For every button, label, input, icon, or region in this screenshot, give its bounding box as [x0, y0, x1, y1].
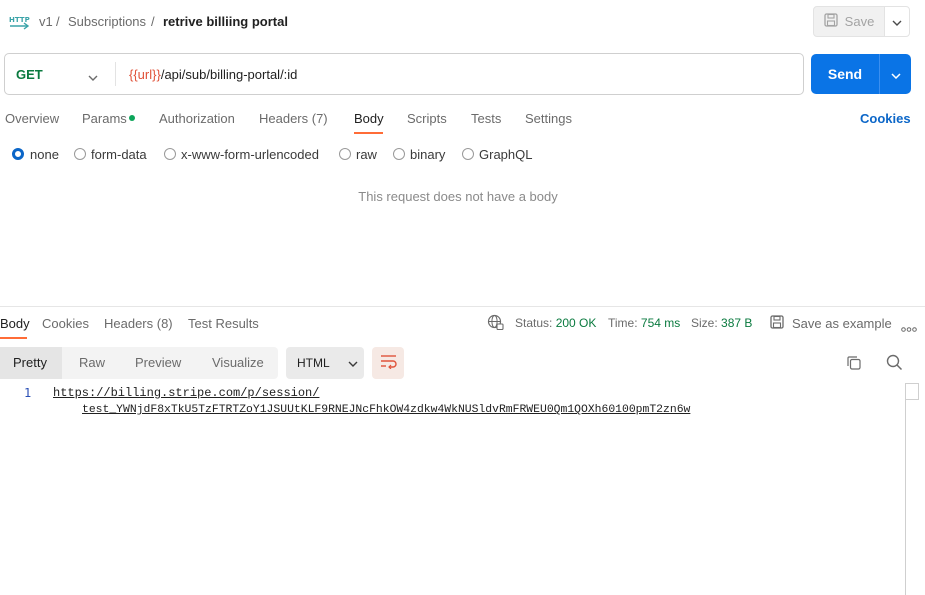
chevron-down-icon	[892, 14, 902, 29]
time-text: Time: 754 ms	[608, 316, 680, 330]
save-options-button[interactable]	[884, 6, 910, 37]
radio-label-x-www-form-urlencoded[interactable]: x-www-form-urlencoded	[181, 147, 319, 162]
wrap-lines-button[interactable]	[372, 347, 404, 379]
response-url-line-1[interactable]: https://billing.stripe.com/p/session/	[53, 386, 319, 400]
format-select[interactable]: HTML	[286, 347, 364, 379]
radio-graphql[interactable]	[462, 148, 474, 160]
breadcrumb-separator: /	[56, 14, 60, 29]
send-options-button[interactable]	[879, 54, 911, 94]
response-tab-headers[interactable]: Headers (8)	[104, 316, 173, 331]
chevron-down-icon[interactable]	[88, 69, 98, 84]
tab-headers[interactable]: Headers (7)	[259, 111, 328, 126]
save-as-example-button[interactable]: Save as example	[792, 316, 892, 331]
size-label: Size:	[691, 316, 718, 330]
radio-none[interactable]	[12, 148, 24, 160]
url-divider	[115, 62, 116, 86]
tab-overview[interactable]: Overview	[5, 111, 59, 126]
status-text: Status: 200 OK	[515, 316, 596, 330]
view-mode-pretty[interactable]: Pretty	[13, 355, 47, 370]
radio-label-form-data[interactable]: form-data	[91, 147, 147, 162]
editor-scrollbar-track[interactable]	[905, 383, 906, 595]
size-value: 387 B	[721, 316, 753, 330]
url-path: /api/sub/billing-portal/:id	[160, 67, 298, 82]
tab-body[interactable]: Body	[354, 111, 384, 126]
chevron-down-icon	[348, 356, 358, 370]
tab-scripts[interactable]: Scripts	[407, 111, 447, 126]
radio-label-binary[interactable]: binary	[410, 147, 445, 162]
http-request-icon: HTTP	[8, 11, 30, 33]
copy-icon[interactable]	[846, 355, 862, 374]
radio-form-data[interactable]	[74, 148, 86, 160]
view-mode-raw[interactable]: Raw	[79, 355, 105, 370]
response-url-line-2[interactable]: test_YWNjdF8xTkU5TzFTRTZoY1JSUUtKLF9RNEJ…	[82, 404, 690, 416]
globe-network-icon[interactable]	[487, 314, 504, 334]
radio-raw[interactable]	[339, 148, 351, 160]
line-number: 1	[24, 386, 32, 400]
radio-label-graphql[interactable]: GraphQL	[479, 147, 532, 162]
cookies-link[interactable]: Cookies	[860, 111, 911, 126]
svg-text:HTTP: HTTP	[9, 16, 30, 24]
wrap-lines-icon	[380, 354, 397, 372]
empty-body-message: This request does not have a body	[358, 189, 558, 204]
status-value: 200 OK	[555, 316, 597, 330]
view-mode-preview[interactable]: Preview	[135, 355, 181, 370]
breadcrumb-separator: /	[151, 14, 155, 29]
active-tab-indicator	[354, 132, 383, 134]
request-title[interactable]: retrive billiing portal	[163, 14, 288, 29]
tab-params[interactable]: Params	[82, 111, 127, 126]
save-icon[interactable]	[770, 315, 784, 332]
url-input[interactable]: {{url}}/api/sub/billing-portal/:id	[129, 67, 297, 82]
response-tab-cookies[interactable]: Cookies	[42, 316, 89, 331]
format-value: HTML	[297, 356, 330, 370]
url-variable: {{url}}	[129, 67, 161, 82]
response-tab-body[interactable]: Body	[0, 316, 30, 331]
status-label: Status:	[515, 316, 553, 330]
search-icon[interactable]	[886, 354, 903, 374]
radio-label-raw[interactable]: raw	[356, 147, 377, 162]
time-value: 754 ms	[640, 316, 681, 330]
radio-label-none[interactable]: none	[30, 147, 59, 162]
size-text: Size: 387 B	[691, 316, 752, 330]
save-label: Save	[844, 14, 875, 29]
editor-minimap	[905, 383, 919, 400]
params-indicator-dot	[129, 115, 135, 121]
breadcrumb-item-v1[interactable]: v1	[39, 14, 53, 29]
tab-settings[interactable]: Settings	[525, 111, 572, 126]
chevron-down-icon	[890, 67, 901, 82]
active-tab-indicator	[0, 337, 27, 339]
save-button[interactable]: Save	[813, 6, 885, 37]
panel-divider[interactable]	[0, 306, 925, 307]
radio-binary[interactable]	[393, 148, 405, 160]
save-icon	[824, 13, 838, 30]
url-bar	[4, 53, 804, 95]
breadcrumb-item-subscriptions[interactable]: Subscriptions	[68, 14, 146, 29]
response-tab-test-results[interactable]: Test Results	[188, 316, 259, 331]
time-label: Time:	[608, 316, 638, 330]
more-options-icon[interactable]	[901, 320, 917, 335]
tab-authorization[interactable]: Authorization	[159, 111, 235, 126]
tab-tests[interactable]: Tests	[471, 111, 501, 126]
send-button[interactable]: Send	[811, 54, 879, 94]
method-select[interactable]: GET	[16, 67, 43, 82]
view-mode-visualize[interactable]: Visualize	[212, 355, 264, 370]
radio-x-www-form-urlencoded[interactable]	[164, 148, 176, 160]
